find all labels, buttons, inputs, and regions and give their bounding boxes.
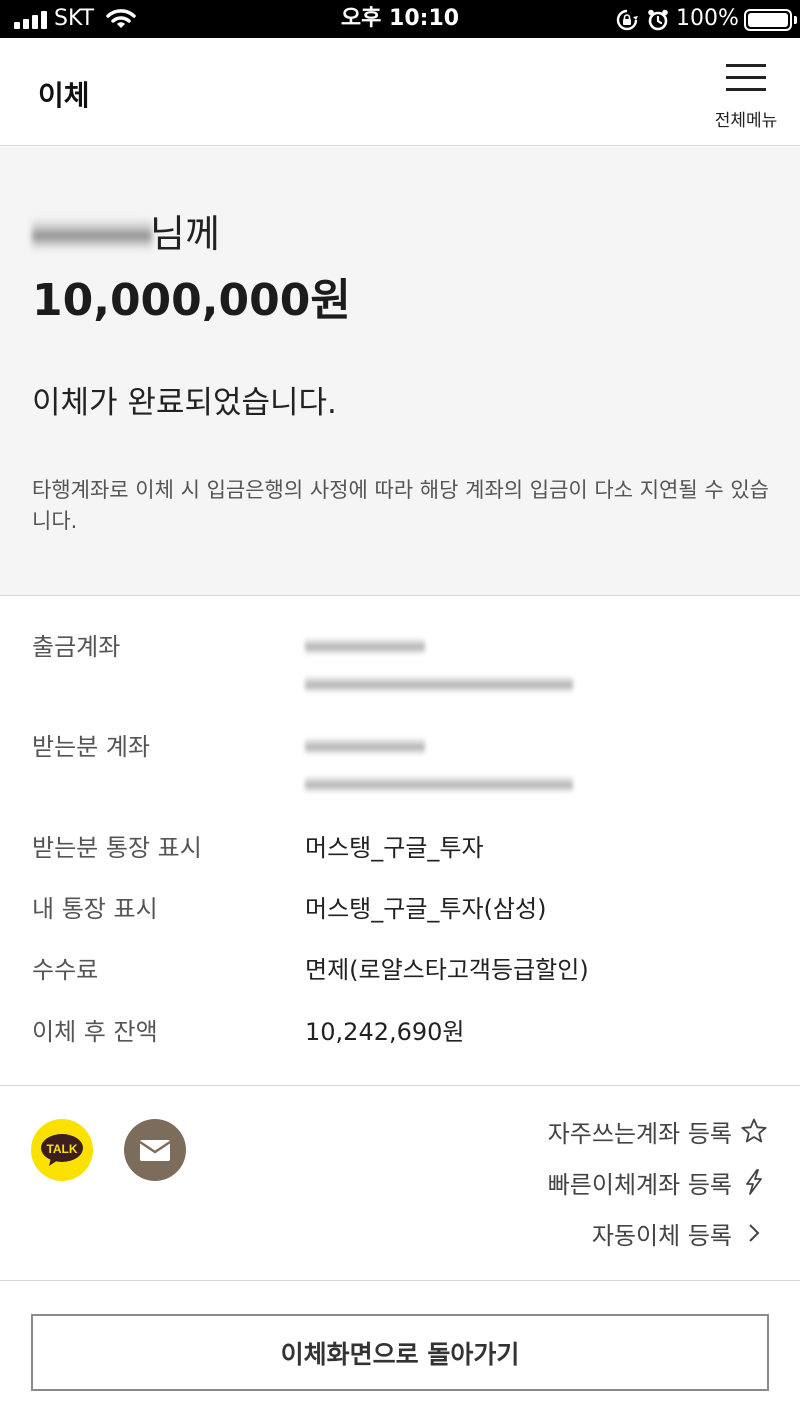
transfer-amount: 10,000,000원 [32, 275, 351, 326]
star-icon [741, 1118, 767, 1143]
recipient-name-redacted [32, 217, 152, 251]
register-auto-transfer-link[interactable]: 자동이체 등록 [592, 1213, 768, 1253]
fee-value: 면제(로얄스타고객등급할인) [305, 956, 589, 984]
status-bar: SKT 오후 10:10 100% [0, 0, 800, 38]
bottom-area: 이체화면으로 돌아가기 [0, 1282, 800, 1422]
recipient-suffix: 님께 [150, 212, 220, 256]
kakaotalk-share-button[interactable]: TALK [31, 1119, 93, 1181]
withdraw-account-redacted [305, 675, 573, 693]
battery-percent: 100% [676, 6, 739, 31]
back-to-transfer-button[interactable]: 이체화면으로 돌아가기 [31, 1314, 769, 1391]
email-share-button[interactable] [124, 1119, 186, 1181]
receiver-memo-label: 받는분 통장 표시 [32, 834, 202, 862]
register-favorite-label: 자주쓰는계좌 등록 [547, 1119, 732, 1148]
transfer-details: 출금계좌 받는분 계좌 받는분 통장 표시 머스탱_구글_투자 내 통장 표시 … [0, 597, 800, 1086]
post-transfer-actions: TALK 자주쓰는계좌 등록 빠른이체계좌 등록 자동이체 등록 [0, 1087, 800, 1281]
register-quick-label: 빠른이체계좌 등록 [547, 1170, 732, 1199]
mail-icon [139, 1140, 171, 1161]
transfer-summary: 님께 10,000,000원 이체가 완료되었습니다. 타행계좌로 이체 시 입… [0, 147, 800, 596]
balance-value: 10,242,690원 [305, 1018, 465, 1046]
page-title: 이체 [38, 79, 90, 112]
kakaotalk-icon-label: TALK [46, 1142, 77, 1156]
register-auto-label: 자동이체 등록 [591, 1221, 732, 1250]
balance-label: 이체 후 잔액 [32, 1018, 158, 1046]
fee-label: 수수료 [32, 956, 99, 984]
hamburger-icon [726, 64, 766, 92]
completion-message: 이체가 완료되었습니다. [32, 385, 337, 421]
full-menu-button[interactable]: 전체메뉴 [706, 58, 786, 134]
withdraw-bank-redacted [305, 637, 425, 655]
full-menu-label: 전체메뉴 [714, 111, 778, 131]
receiver-account-redacted [305, 775, 573, 793]
kakaotalk-icon: TALK [41, 1134, 83, 1166]
receiver-memo-value: 머스탱_구글_투자 [305, 834, 484, 862]
register-quick-transfer-link[interactable]: 빠른이체계좌 등록 [548, 1162, 768, 1202]
lightning-icon [746, 1169, 762, 1195]
battery-icon [744, 9, 797, 31]
app-header: 이체 전체메뉴 [0, 38, 800, 146]
chevron-right-icon [749, 1224, 760, 1242]
withdraw-account-label: 출금계좌 [32, 633, 121, 661]
register-favorite-account-link[interactable]: 자주쓰는계좌 등록 [548, 1111, 768, 1151]
receiver-bank-redacted [305, 737, 425, 755]
delay-notice: 타행계좌로 이체 시 입금은행의 사정에 따라 해당 계좌의 입금이 다소 지연… [32, 478, 769, 533]
alarm-icon [648, 9, 668, 31]
my-memo-label: 내 통장 표시 [32, 895, 158, 923]
receiver-account-label: 받는분 계좌 [32, 733, 151, 761]
my-memo-value: 머스탱_구글_투자(삼성) [305, 895, 547, 923]
rotation-lock-icon [616, 9, 638, 31]
